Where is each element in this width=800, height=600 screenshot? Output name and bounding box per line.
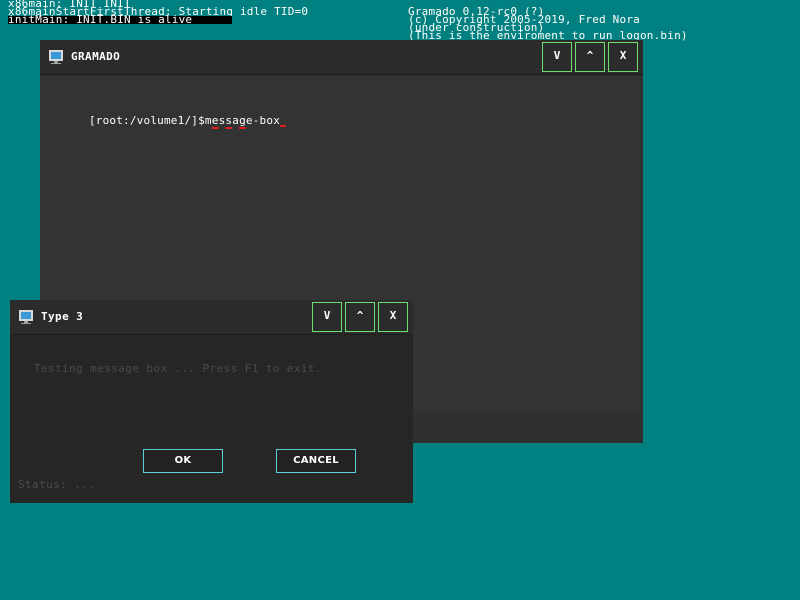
ok-button[interactable]: OK (143, 449, 223, 473)
message-box-titlebar[interactable]: Type 3 V ^ X (10, 300, 413, 335)
maximize-button[interactable]: ^ (575, 42, 605, 72)
command-char: m (204, 114, 212, 127)
command-char: e (211, 114, 219, 127)
shell-prompt: [root:/volume1/]$ (88, 114, 205, 127)
message-box-client: Testing message box ... Press F1 to exit… (10, 335, 410, 499)
message-text: Testing message box ... Press F1 to exit… (34, 362, 322, 375)
minimize-button[interactable]: V (542, 42, 572, 72)
message-box-window[interactable]: Type 3 V ^ X Testing message box ... Pre… (10, 300, 413, 503)
command-char: g (239, 114, 246, 127)
command-char: e (245, 114, 253, 127)
message-box-title: Type 3 (41, 310, 84, 323)
environment-line: (This is the enviroment to run logon.bin… (408, 29, 688, 42)
maximize-button[interactable]: ^ (345, 302, 375, 332)
close-button[interactable]: X (378, 302, 408, 332)
cancel-button[interactable]: CANCEL (276, 449, 356, 473)
monitor-icon (49, 50, 63, 64)
boot-line-3: initMain: INIT.BIN is alive (8, 14, 232, 25)
terminal-titlebar[interactable]: GRAMADO V ^ X (40, 40, 643, 75)
terminal-title: GRAMADO (71, 50, 121, 63)
monitor-icon (19, 310, 33, 324)
status-text: Status: ... (18, 478, 96, 491)
text-cursor (280, 125, 287, 127)
command-char: - (252, 114, 260, 127)
minimize-button[interactable]: V (312, 302, 342, 332)
command-line: [root:/volume1/]$message-box (48, 101, 287, 140)
close-button[interactable]: X (608, 42, 638, 72)
command-char: x (273, 114, 281, 127)
